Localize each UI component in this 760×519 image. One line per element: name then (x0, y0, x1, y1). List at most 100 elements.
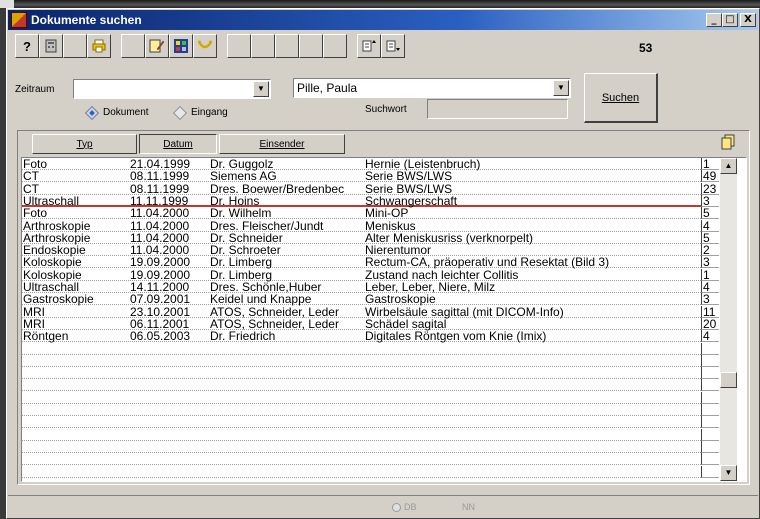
db-status-icon (392, 502, 401, 512)
cell-typ: Koloskopie (23, 255, 82, 269)
list-item[interactable]: CT 08.11.1999 Dres. Boewer/Bredenbec Serie … (22, 183, 701, 195)
toolbar-blank-2[interactable] (121, 34, 145, 58)
stethoscope-button[interactable] (193, 34, 217, 58)
vertical-scrollbar[interactable]: ▲ ▼ (720, 158, 737, 481)
cell-count: 4 (701, 330, 719, 342)
toolbar-blank-4[interactable] (251, 34, 275, 58)
app-icon[interactable] (11, 12, 27, 28)
sort-einsender-label: Einsender (259, 138, 305, 150)
cell-beschreibung: Serie BWS/LWS (365, 169, 453, 183)
list-item[interactable]: Foto 21.04.1999 Dr. Guggolz Hernie (Leisten… (22, 158, 701, 170)
desktop-background (0, 0, 760, 8)
list-item[interactable]: Ultraschall 14.11.2000 Dres. Schönle,Huber… (22, 281, 701, 293)
suchwort-input[interactable] (427, 99, 568, 119)
cell-beschreibung: Rectum-CA, präoperativ und Resektat (Bil… (365, 255, 610, 269)
scroll-up-icon[interactable]: ▲ (720, 158, 737, 174)
list-item[interactable]: MRI 06.11.2001 ATOS, Schneider, Leder Schäd… (22, 318, 701, 330)
list-item[interactable]: CT 08.11.1999 Siemens AG Serie BWS/LWS (22, 170, 701, 182)
chevron-down-icon[interactable]: ▼ (553, 80, 569, 96)
title-bar[interactable]: Dokumente suchen _ □ X (8, 10, 758, 30)
empty-row (22, 453, 701, 465)
list-item[interactable]: Arthroskopie 11.04.2000 Dres. Fleischer/Ju… (22, 220, 701, 232)
chevron-down-icon[interactable]: ▼ (253, 81, 269, 97)
toolbar-blank-1[interactable] (63, 34, 87, 58)
cell-einsender: Keidel und Knappe (210, 292, 312, 306)
radio-unselected-icon[interactable] (172, 105, 188, 120)
search-button[interactable]: Suchen (584, 73, 658, 123)
sort-descending-button[interactable] (381, 34, 405, 58)
close-button[interactable]: X (740, 13, 756, 27)
empty-count-cell (701, 429, 719, 441)
db-status: DB (392, 502, 417, 512)
suchwort-label: Suchwort (365, 104, 407, 115)
cell-typ: Foto (23, 206, 48, 220)
list-item[interactable]: Koloskopie 19.09.2000 Dr. Limberg Rectum-CA… (22, 256, 701, 268)
search-window: Dokumente suchen _ □ X ? 53 Zeitraum ▼ P… (6, 8, 760, 519)
sort-typ-button[interactable]: Typ (32, 134, 137, 154)
edit-document-button[interactable] (145, 34, 169, 58)
toolbar-blank-3[interactable] (227, 34, 251, 58)
cell-datum: 19.09.2000 (130, 255, 191, 269)
help-icon: ? (23, 38, 31, 54)
minimize-button[interactable]: _ (706, 13, 722, 27)
image-viewer-button[interactable] (169, 34, 193, 58)
empty-count-cell (701, 367, 719, 379)
window-title: Dokumente suchen (31, 13, 142, 27)
empty-count-cell (701, 441, 719, 453)
cell-einsender: Dr. Wilhelm (210, 206, 272, 220)
patient-select[interactable]: Pille, Paula ▼ (293, 78, 571, 98)
list-item[interactable]: Foto 11.04.2000 Dr. Wilhelm Mini-OP (22, 207, 701, 219)
toolbar-blank-7[interactable] (323, 34, 347, 58)
empty-count-cell (701, 343, 719, 355)
status-bar: DB NN (8, 495, 758, 517)
toolbar-blank-5[interactable] (275, 34, 299, 58)
list-item[interactable]: Arthroskopie 11.04.2000 Dr. Schneider Alter… (22, 232, 701, 244)
list-item[interactable]: Ultraschall 11.11.1999 Dr. Hoins Schwangers… (22, 195, 701, 207)
radio-selected-icon[interactable] (84, 105, 100, 120)
cell-typ: Röntgen (23, 329, 69, 343)
help-button[interactable]: ? (15, 34, 39, 58)
list-item[interactable]: Röntgen 06.05.2003 Dr. Friedrich Digitales … (22, 330, 701, 342)
sort-ascending-button[interactable] (357, 34, 381, 58)
sort-datum-button[interactable]: Datum (139, 134, 217, 154)
zeitraum-select[interactable]: ▼ (73, 79, 271, 99)
sort-descending-icon (386, 40, 400, 52)
cell-datum: 11.04.2000 (130, 206, 190, 220)
cell-datum: 06.05.2003 (130, 329, 191, 343)
empty-row (22, 404, 701, 416)
cell-einsender: Siemens AG (210, 169, 277, 183)
sort-ascending-icon (362, 40, 376, 52)
list-item[interactable]: Koloskopie 19.09.2000 Dr. Limberg Zustand n… (22, 269, 701, 281)
calculator-button[interactable] (39, 34, 63, 58)
cell-beschreibung: Mini-OP (365, 206, 409, 220)
sort-einsender-button[interactable]: Einsender (219, 134, 345, 154)
cell-count: 5 (701, 207, 719, 219)
copy-icon[interactable] (721, 134, 735, 150)
sort-datum-label: Datum (163, 138, 193, 150)
edit-document-icon (149, 39, 165, 53)
scrollbar-thumb[interactable] (720, 372, 737, 388)
empty-row (22, 416, 701, 428)
cell-einsender: Dr. Limberg (210, 255, 273, 269)
results-panel: Typ Datum Einsender ▲ ▼ Foto 21.04.1999 Dr… (17, 130, 750, 485)
empty-row (22, 343, 701, 355)
empty-count-cell (701, 404, 719, 416)
radio-eingang[interactable]: Eingang (172, 105, 228, 120)
document-list[interactable]: ▲ ▼ Foto 21.04.1999 Dr. Guggolz Hernie (Lei… (21, 157, 747, 482)
cell-typ: Gastroskopie (23, 292, 94, 306)
print-button[interactable] (87, 34, 111, 58)
maximize-button[interactable]: □ (722, 13, 738, 27)
radio-dokument-label: Dokument (103, 107, 149, 118)
toolbar-blank-6[interactable] (299, 34, 323, 58)
scroll-down-icon[interactable]: ▼ (720, 465, 737, 481)
cell-datum: 08.11.1999 (130, 169, 190, 183)
cell-einsender: Dr. Friedrich (210, 329, 276, 343)
radio-eingang-label: Eingang (191, 107, 228, 118)
radio-dokument[interactable]: Dokument (84, 105, 149, 120)
empty-count-cell (701, 355, 719, 367)
empty-row (22, 379, 701, 391)
empty-row (22, 392, 701, 404)
zeitraum-label: Zeitraum (15, 84, 55, 95)
list-item[interactable]: MRI 23.10.2001 ATOS, Schneider, Leder Wirbe… (22, 306, 701, 318)
list-item[interactable]: Gastroskopie 07.09.2001 Keidel und Knappe G… (22, 293, 701, 305)
